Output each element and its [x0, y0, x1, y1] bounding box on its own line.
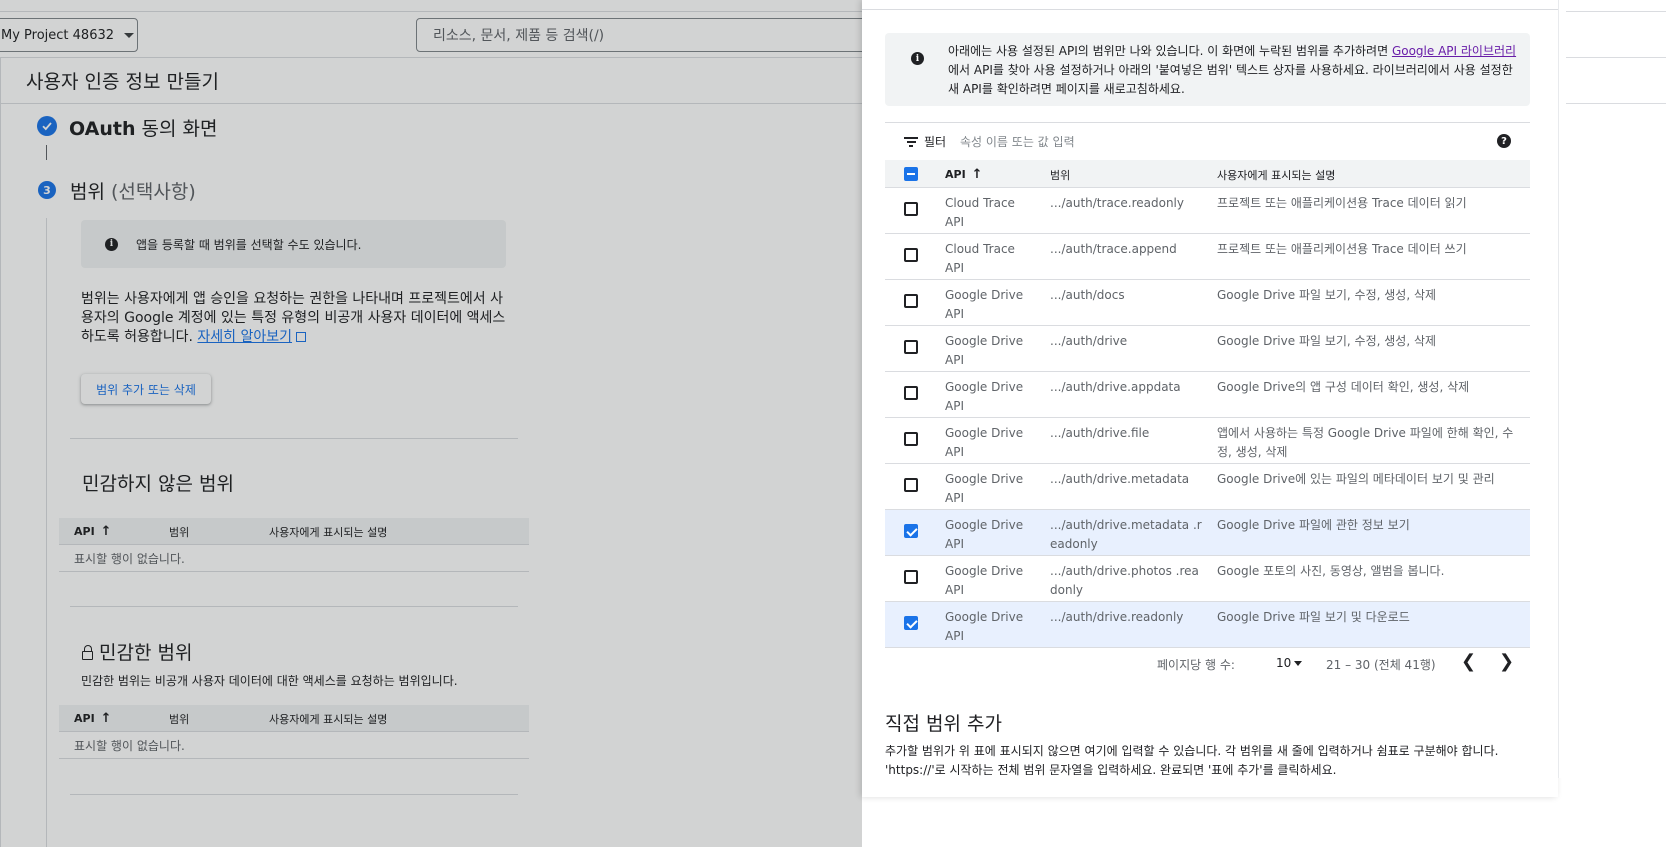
sort-arrow-up-icon: ↑ — [971, 167, 983, 182]
help-icon[interactable]: ? — [1497, 134, 1511, 148]
rows-per-page-select[interactable]: 10 — [1276, 656, 1291, 670]
select-all-checkbox[interactable] — [904, 167, 918, 181]
table-row[interactable]: Google Drive API .../auth/drive.metadata… — [885, 464, 1530, 510]
row-checkbox-checked[interactable] — [904, 524, 918, 538]
row-checkbox[interactable] — [904, 202, 918, 216]
table-row[interactable]: Google Drive API .../auth/drive Google D… — [885, 326, 1530, 372]
filter-label: 필터 — [924, 135, 947, 149]
modal-scrim[interactable] — [0, 0, 862, 847]
next-page-icon[interactable]: ❯ — [1499, 651, 1514, 672]
rows-per-page-label: 페이지당 행 수: — [1157, 658, 1235, 672]
table-row-selected[interactable]: Google Drive API .../auth/drive.metadata… — [885, 510, 1530, 556]
table-row[interactable]: Cloud Trace API .../auth/trace.readonly … — [885, 188, 1530, 234]
google-api-library-link[interactable]: Google API 라이브러리 — [1392, 44, 1516, 58]
column-header-description: 사용자에게 표시되는 설명 — [1217, 169, 1336, 182]
panel-info-box: i 아래에는 사용 설정된 API의 범위만 나와 있습니다. 이 화면에 누락… — [885, 33, 1530, 106]
scopes-table: API ↑ 범위 사용자에게 표시되는 설명 Cloud Trace API ..… — [885, 160, 1530, 648]
table-header: API ↑ 범위 사용자에게 표시되는 설명 — [885, 160, 1530, 188]
previous-page-icon[interactable]: ❮ — [1461, 651, 1476, 672]
row-checkbox[interactable] — [904, 432, 918, 446]
pagination: 페이지당 행 수: 10 21 – 30 (전체 41행) ❮ ❯ — [885, 648, 1530, 680]
column-header-api[interactable]: API ↑ — [945, 167, 983, 182]
panel-scrollbar[interactable] — [1558, 0, 1566, 778]
caret-down-icon — [1294, 661, 1302, 666]
table-row-selected[interactable]: Google Drive API .../auth/drive.readonly… — [885, 602, 1530, 648]
filter-icon — [904, 137, 918, 147]
update-scopes-panel: i 아래에는 사용 설정된 API의 범위만 나와 있습니다. 이 화면에 누락… — [862, 0, 1558, 797]
table-row[interactable]: Cloud Trace API .../auth/trace.append 프로… — [885, 234, 1530, 280]
row-checkbox[interactable] — [904, 248, 918, 262]
table-row[interactable]: Google Drive API .../auth/drive.file 앱에서… — [885, 418, 1530, 464]
row-checkbox[interactable] — [904, 294, 918, 308]
row-checkbox[interactable] — [904, 570, 918, 584]
table-row[interactable]: Google Drive API .../auth/drive.appdata … — [885, 372, 1530, 418]
table-row[interactable]: Google Drive API .../auth/docs Google Dr… — [885, 280, 1530, 326]
row-checkbox[interactable] — [904, 478, 918, 492]
column-header-scope: 범위 — [1050, 169, 1071, 182]
row-checkbox[interactable] — [904, 386, 918, 400]
page-range: 21 – 30 (전체 41행) — [1326, 658, 1436, 672]
manual-scopes-title: 직접 범위 추가 — [885, 713, 1002, 735]
info-icon: i — [911, 52, 924, 65]
filter-bar[interactable]: 필터 속성 이름 또는 값 입력 ? — [885, 122, 1530, 160]
filter-input[interactable]: 속성 이름 또는 값 입력 — [960, 133, 1075, 150]
table-row[interactable]: Google Drive API .../auth/drive.photos .… — [885, 556, 1530, 602]
panel-info-text: 아래에는 사용 설정된 API의 범위만 나와 있습니다. 이 화면에 누락된 … — [948, 44, 1517, 96]
row-checkbox[interactable] — [904, 340, 918, 354]
row-checkbox-checked[interactable] — [904, 616, 918, 630]
manual-scopes-description: 추가할 범위가 위 표에 표시되지 않으면 여기에 입력할 수 있습니다. 각 … — [885, 744, 1499, 777]
